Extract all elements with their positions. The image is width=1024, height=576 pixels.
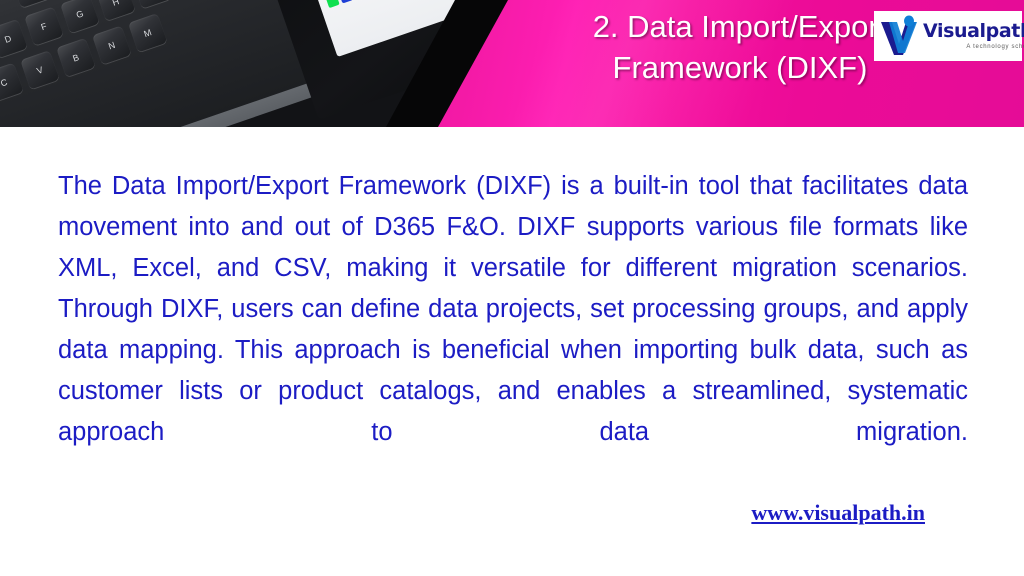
visualpath-logo[interactable]: Visualpath A technology school: [874, 11, 1024, 61]
visualpath-v-icon: [881, 15, 917, 55]
logo-name: Visualpath: [923, 20, 1024, 42]
logo-tagline: A technology school: [966, 44, 1024, 50]
header-banner: D F G H J K L Ö Ä R T Z U I O P Ü C V B …: [0, 0, 1024, 127]
visualpath-logo-text: Visualpath A technology school: [923, 20, 1024, 51]
body-paragraph: The Data Import/Export Framework (DIXF) …: [58, 172, 968, 446]
website-link[interactable]: www.visualpath.in: [0, 500, 925, 526]
